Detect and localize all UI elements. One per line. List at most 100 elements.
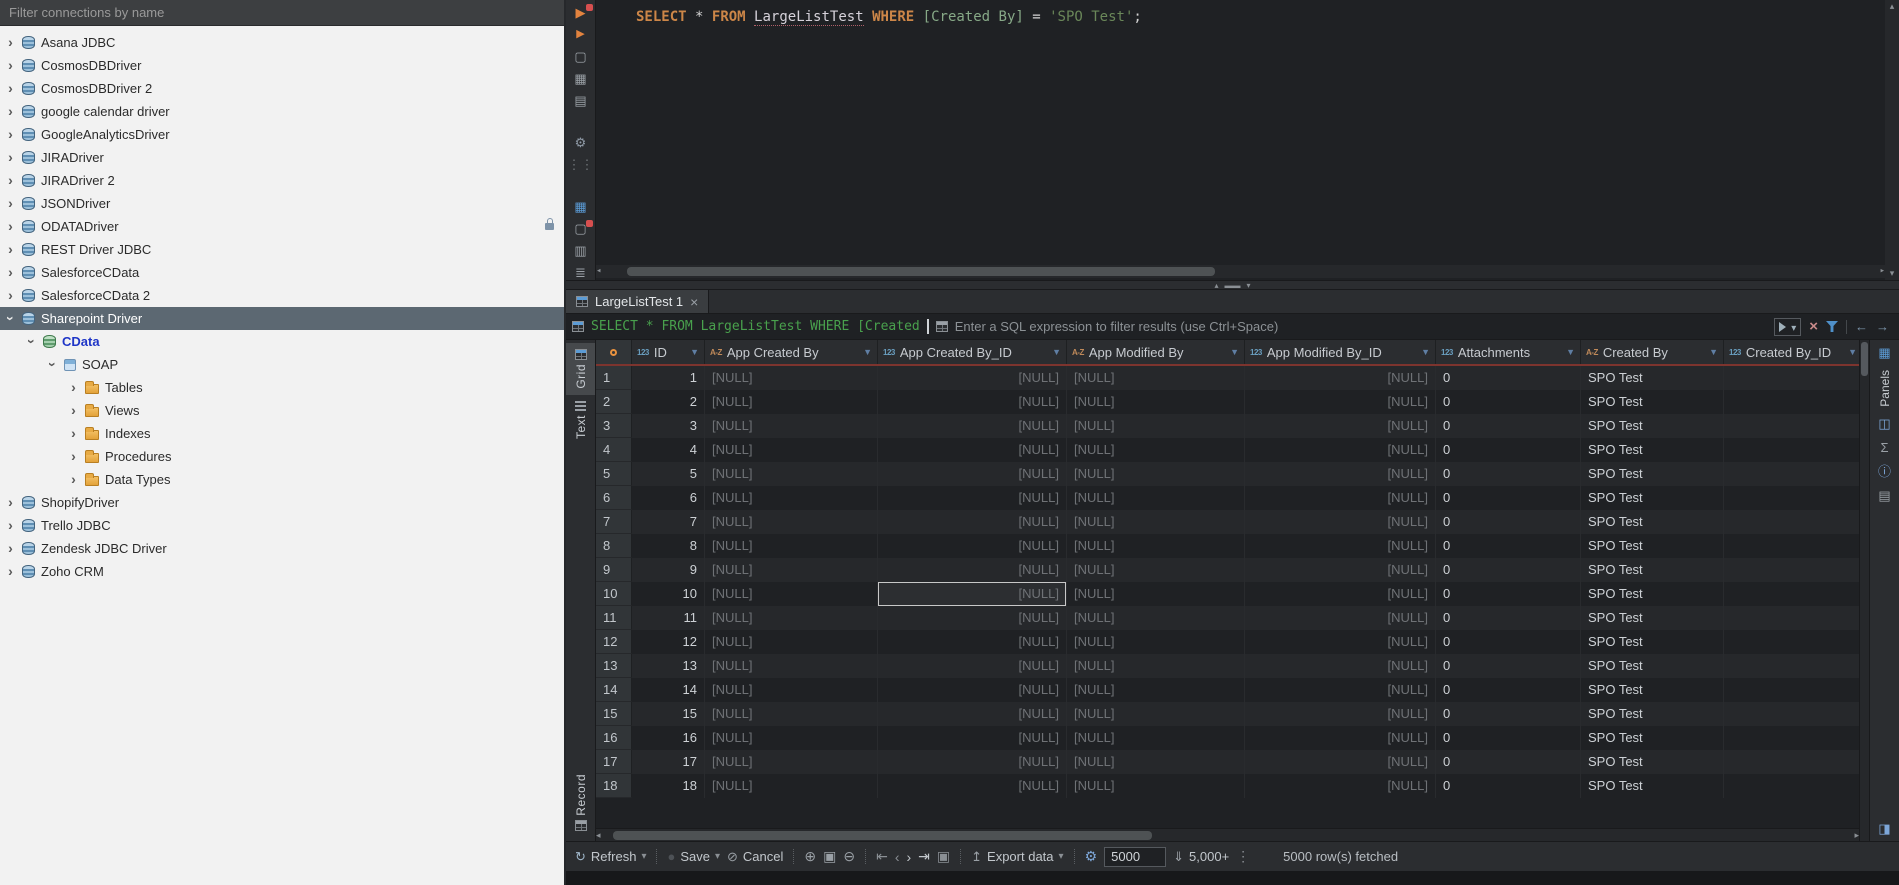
editor-hscroll-thumb[interactable] <box>627 267 1215 276</box>
fetch-size-input[interactable] <box>1104 847 1166 867</box>
cell-app-modified-by-id[interactable]: [NULL] <box>1245 654 1436 678</box>
chevron-right-icon[interactable]: › <box>5 83 16 94</box>
dropdown-arrow-icon[interactable]: ▾ <box>715 851 720 862</box>
cell-id[interactable]: 3 <box>632 414 705 438</box>
outline-view-icon[interactable]: ≣ <box>568 265 594 280</box>
row-number-cell[interactable]: 17 <box>596 750 632 774</box>
cell-id[interactable]: 17 <box>632 750 705 774</box>
cell-app-modified-by-id[interactable]: [NULL] <box>1245 630 1436 654</box>
cell-app-modified-by-id[interactable]: [NULL] <box>1245 438 1436 462</box>
execute-new-tab-icon[interactable]: ▢ <box>568 49 594 64</box>
cell-attachments[interactable]: 0 <box>1436 582 1581 606</box>
chevron-right-icon[interactable]: › <box>5 566 16 577</box>
execute-script-icon[interactable]: ▶ <box>568 27 594 42</box>
cell-app-created-by-id[interactable]: [NULL] <box>878 702 1067 726</box>
tree-item-cosmosdbdriver[interactable]: ›CosmosDBDriver <box>0 54 564 77</box>
cell-app-modified-by[interactable]: [NULL] <box>1067 702 1245 726</box>
tree-item-cdata[interactable]: ›CData <box>0 330 564 353</box>
chevron-right-icon[interactable]: › <box>5 106 16 117</box>
tree-item-jiradriver[interactable]: ›JIRADriver <box>0 146 564 169</box>
cell-created-by-id[interactable] <box>1724 750 1859 774</box>
cell-app-created-by[interactable]: [NULL] <box>705 534 878 558</box>
close-tab-icon[interactable] <box>690 294 698 310</box>
cell-id[interactable]: 18 <box>632 774 705 798</box>
cell-id[interactable]: 1 <box>632 366 705 390</box>
cell-created-by-id[interactable] <box>1724 558 1859 582</box>
cell-created-by[interactable]: SPO Test <box>1581 678 1724 702</box>
cell-created-by-id[interactable] <box>1724 438 1859 462</box>
cell-created-by-id[interactable] <box>1724 702 1859 726</box>
cell-attachments[interactable]: 0 <box>1436 438 1581 462</box>
tree-item-jiradriver-2[interactable]: ›JIRADriver 2 <box>0 169 564 192</box>
cell-app-modified-by[interactable]: [NULL] <box>1067 606 1245 630</box>
scroll-right-icon[interactable] <box>1880 267 1885 276</box>
cell-app-modified-by[interactable]: [NULL] <box>1067 366 1245 390</box>
column-dropdown-icon[interactable]: ▼ <box>1843 347 1857 357</box>
collapse-up-icon[interactable] <box>1214 281 1218 290</box>
cell-app-created-by-id[interactable]: [NULL] <box>878 438 1067 462</box>
cell-app-modified-by[interactable]: [NULL] <box>1067 486 1245 510</box>
chevron-right-icon[interactable]: › <box>5 267 16 278</box>
cell-created-by[interactable]: SPO Test <box>1581 462 1724 486</box>
duplicate-row-icon[interactable]: ▣ <box>823 848 836 865</box>
cell-app-created-by-id[interactable]: [NULL] <box>878 774 1067 798</box>
cell-app-modified-by-id[interactable]: [NULL] <box>1245 414 1436 438</box>
cell-app-modified-by[interactable]: [NULL] <box>1067 654 1245 678</box>
tree-item-googleanalyticsdriver[interactable]: ›GoogleAnalyticsDriver <box>0 123 564 146</box>
cell-app-created-by[interactable]: [NULL] <box>705 558 878 582</box>
filter-query-text[interactable]: SELECT * FROM LargeListTest WHERE [Creat… <box>591 319 920 334</box>
cell-app-created-by[interactable]: [NULL] <box>705 750 878 774</box>
cell-app-modified-by-id[interactable]: [NULL] <box>1245 534 1436 558</box>
aggregate-panel-icon[interactable]: Σ <box>1880 441 1888 455</box>
cell-created-by[interactable]: SPO Test <box>1581 414 1724 438</box>
cell-attachments[interactable]: 0 <box>1436 726 1581 750</box>
cell-app-modified-by-id[interactable]: [NULL] <box>1245 486 1436 510</box>
cell-app-modified-by[interactable]: [NULL] <box>1067 750 1245 774</box>
cell-created-by[interactable]: SPO Test <box>1581 774 1724 798</box>
cell-id[interactable]: 16 <box>632 726 705 750</box>
cell-attachments[interactable]: 0 <box>1436 750 1581 774</box>
column-header-created-by[interactable]: A-ZCreated By▼ <box>1581 340 1724 364</box>
cell-app-created-by-id[interactable]: [NULL] <box>878 534 1067 558</box>
cell-app-modified-by-id[interactable]: [NULL] <box>1245 774 1436 798</box>
cell-app-created-by-id[interactable]: [NULL] <box>878 654 1067 678</box>
splitter-grip[interactable]: ▬▬ <box>1225 281 1241 290</box>
tree-item-trello-jdbc[interactable]: ›Trello JDBC <box>0 514 564 537</box>
cell-attachments[interactable]: 0 <box>1436 606 1581 630</box>
chevron-right-icon[interactable]: › <box>5 198 16 209</box>
scroll-down-icon[interactable] <box>1890 269 1895 278</box>
save-button[interactable]: ●Save▾ <box>667 849 720 864</box>
grid-horizontal-scrollbar[interactable] <box>596 828 1859 841</box>
cell-app-modified-by-id[interactable]: [NULL] <box>1245 582 1436 606</box>
execute-statement-icon[interactable]: ▶ <box>568 5 594 20</box>
cell-app-modified-by-id[interactable]: [NULL] <box>1245 390 1436 414</box>
cell-app-created-by[interactable]: [NULL] <box>705 438 878 462</box>
cell-created-by[interactable]: SPO Test <box>1581 534 1724 558</box>
cell-created-by[interactable]: SPO Test <box>1581 582 1724 606</box>
row-number-cell[interactable]: 15 <box>596 702 632 726</box>
cell-attachments[interactable]: 0 <box>1436 558 1581 582</box>
tree-item-indexes[interactable]: ›Indexes <box>0 422 564 445</box>
column-dropdown-icon[interactable]: ▼ <box>1416 347 1430 357</box>
filter-expand-icon[interactable] <box>936 321 948 332</box>
cell-app-created-by[interactable]: [NULL] <box>705 510 878 534</box>
cell-id[interactable]: 12 <box>632 630 705 654</box>
column-dropdown-icon[interactable]: ▼ <box>1047 347 1061 357</box>
cell-app-created-by[interactable]: [NULL] <box>705 678 878 702</box>
tab-grid[interactable]: Grid <box>566 343 595 395</box>
tree-item-zendesk-jdbc-driver[interactable]: ›Zendesk JDBC Driver <box>0 537 564 560</box>
chevron-right-icon[interactable]: › <box>5 543 16 554</box>
column-header-id[interactable]: 123ID▼ <box>632 340 705 364</box>
first-row-icon[interactable]: ⇤ <box>876 848 888 865</box>
cell-app-modified-by-id[interactable]: [NULL] <box>1245 678 1436 702</box>
cell-app-modified-by[interactable]: [NULL] <box>1067 726 1245 750</box>
add-row-icon[interactable]: ⊕ <box>804 848 816 865</box>
row-number-cell[interactable]: 2 <box>596 390 632 414</box>
column-dropdown-icon[interactable]: ▼ <box>1704 347 1718 357</box>
cell-id[interactable]: 9 <box>632 558 705 582</box>
cell-app-modified-by-id[interactable]: [NULL] <box>1245 558 1436 582</box>
chevron-right-icon[interactable]: › <box>5 152 16 163</box>
cell-id[interactable]: 4 <box>632 438 705 462</box>
row-number-cell[interactable]: 16 <box>596 726 632 750</box>
focus-value-icon[interactable]: ▣ <box>937 848 950 865</box>
